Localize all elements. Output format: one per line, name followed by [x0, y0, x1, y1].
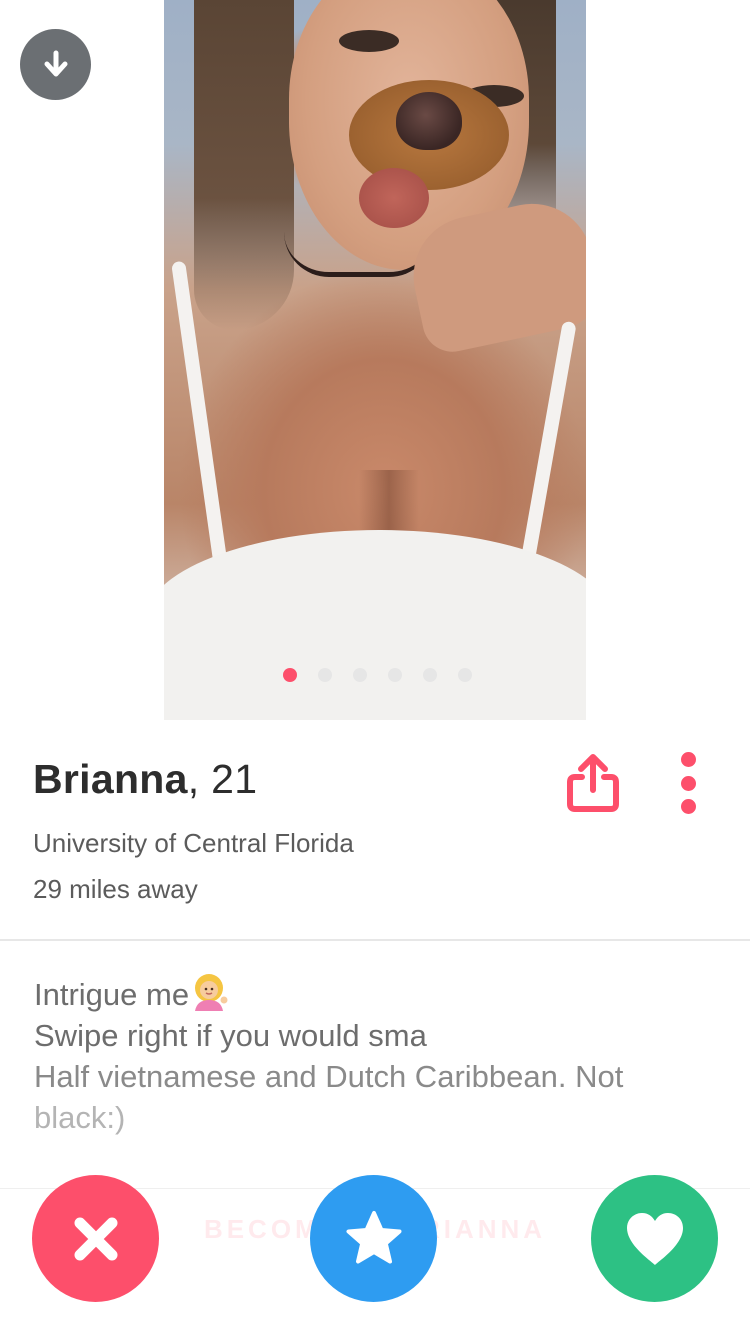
profile-bio: Intrigue me Swipe right if you would sma…	[34, 973, 724, 1138]
woman-tipping-hand-emoji	[195, 974, 228, 1011]
bio-line-3: Half vietnamese and Dutch Caribbean. Not	[34, 1059, 624, 1094]
more-options-button[interactable]	[676, 752, 700, 814]
profile-distance: 29 miles away	[33, 874, 198, 904]
profile-school: University of Central Florida	[33, 828, 354, 858]
more-dot-3	[680, 799, 696, 814]
photo-dot-2[interactable]	[318, 668, 332, 682]
photo-choker	[284, 232, 434, 277]
super-like-button[interactable]	[310, 1175, 437, 1302]
photo-area[interactable]	[0, 0, 750, 720]
photo-eye-left	[339, 30, 399, 52]
profile-photo[interactable]	[164, 0, 586, 720]
photo-hair-left	[194, 0, 294, 330]
photo-pagination	[283, 668, 472, 682]
photo-dot-1[interactable]	[283, 668, 297, 682]
photo-top	[164, 530, 586, 720]
bio-line-1-text: Intrigue me	[34, 977, 190, 1012]
star-icon	[346, 1210, 401, 1263]
x-icon	[74, 1217, 117, 1260]
photo-dot-5[interactable]	[423, 668, 437, 682]
nope-button[interactable]	[32, 1175, 159, 1302]
name-separator: ,	[187, 756, 212, 802]
profile-name-age: Brianna, 21	[33, 756, 257, 803]
heart-icon	[626, 1212, 683, 1265]
dog-filter-nose	[396, 92, 462, 150]
profile-age: 21	[211, 756, 258, 802]
arrow-down-icon	[44, 50, 67, 76]
bio-line-1: Intrigue me	[34, 973, 724, 1015]
like-button[interactable]	[591, 1175, 718, 1302]
photo-dot-4[interactable]	[388, 668, 402, 682]
share-button[interactable]	[562, 752, 624, 814]
profile-name: Brianna	[33, 756, 188, 802]
more-dot-1	[680, 752, 696, 767]
more-dot-2	[680, 775, 696, 791]
bio-line-2: Swipe right if you would sma	[34, 1018, 427, 1053]
photo-strap-right	[521, 320, 577, 560]
photo-dot-6[interactable]	[458, 668, 472, 682]
collapse-button[interactable]	[20, 29, 91, 100]
photo-dot-3[interactable]	[353, 668, 367, 682]
section-divider	[0, 939, 750, 941]
photo-lips	[359, 168, 429, 228]
share-icon	[567, 754, 619, 812]
bio-line-4: black:)	[34, 1100, 126, 1135]
